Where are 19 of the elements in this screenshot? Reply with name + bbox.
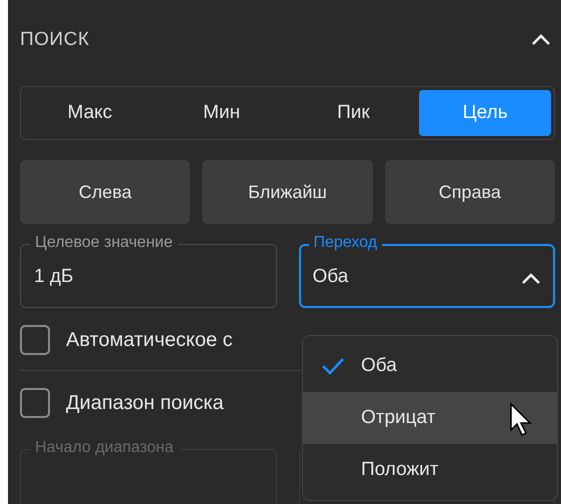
- chevron-icon: [521, 272, 541, 286]
- checkbox[interactable]: [20, 325, 50, 355]
- direction-button[interactable]: Слева: [20, 160, 190, 224]
- menu-item[interactable]: Положит: [303, 444, 557, 496]
- search-type-tab[interactable]: Макс: [24, 90, 156, 136]
- menu-item[interactable]: Отрицат: [303, 392, 557, 444]
- transition-dropdown[interactable]: Переход Оба: [298, 233, 555, 308]
- checkbox[interactable]: [20, 388, 50, 418]
- direction-button[interactable]: Ближайш: [202, 160, 373, 224]
- search-type-tab[interactable]: Мин: [156, 90, 288, 136]
- collapse-chevron-icon[interactable]: [531, 33, 551, 47]
- menu-item[interactable]: Оба: [303, 340, 557, 392]
- checkbox-label: Автоматическое с: [66, 328, 233, 352]
- search-type-tab[interactable]: Пик: [288, 90, 420, 136]
- target-value-field[interactable]: Целевое значение 1 дБ: [20, 233, 276, 308]
- checkbox-label: Диапазон поиска: [66, 392, 224, 414]
- panel-title: ПОИСК: [20, 29, 90, 51]
- mouse-pointer-icon: [509, 402, 535, 438]
- direction-button[interactable]: Справа: [384, 160, 555, 224]
